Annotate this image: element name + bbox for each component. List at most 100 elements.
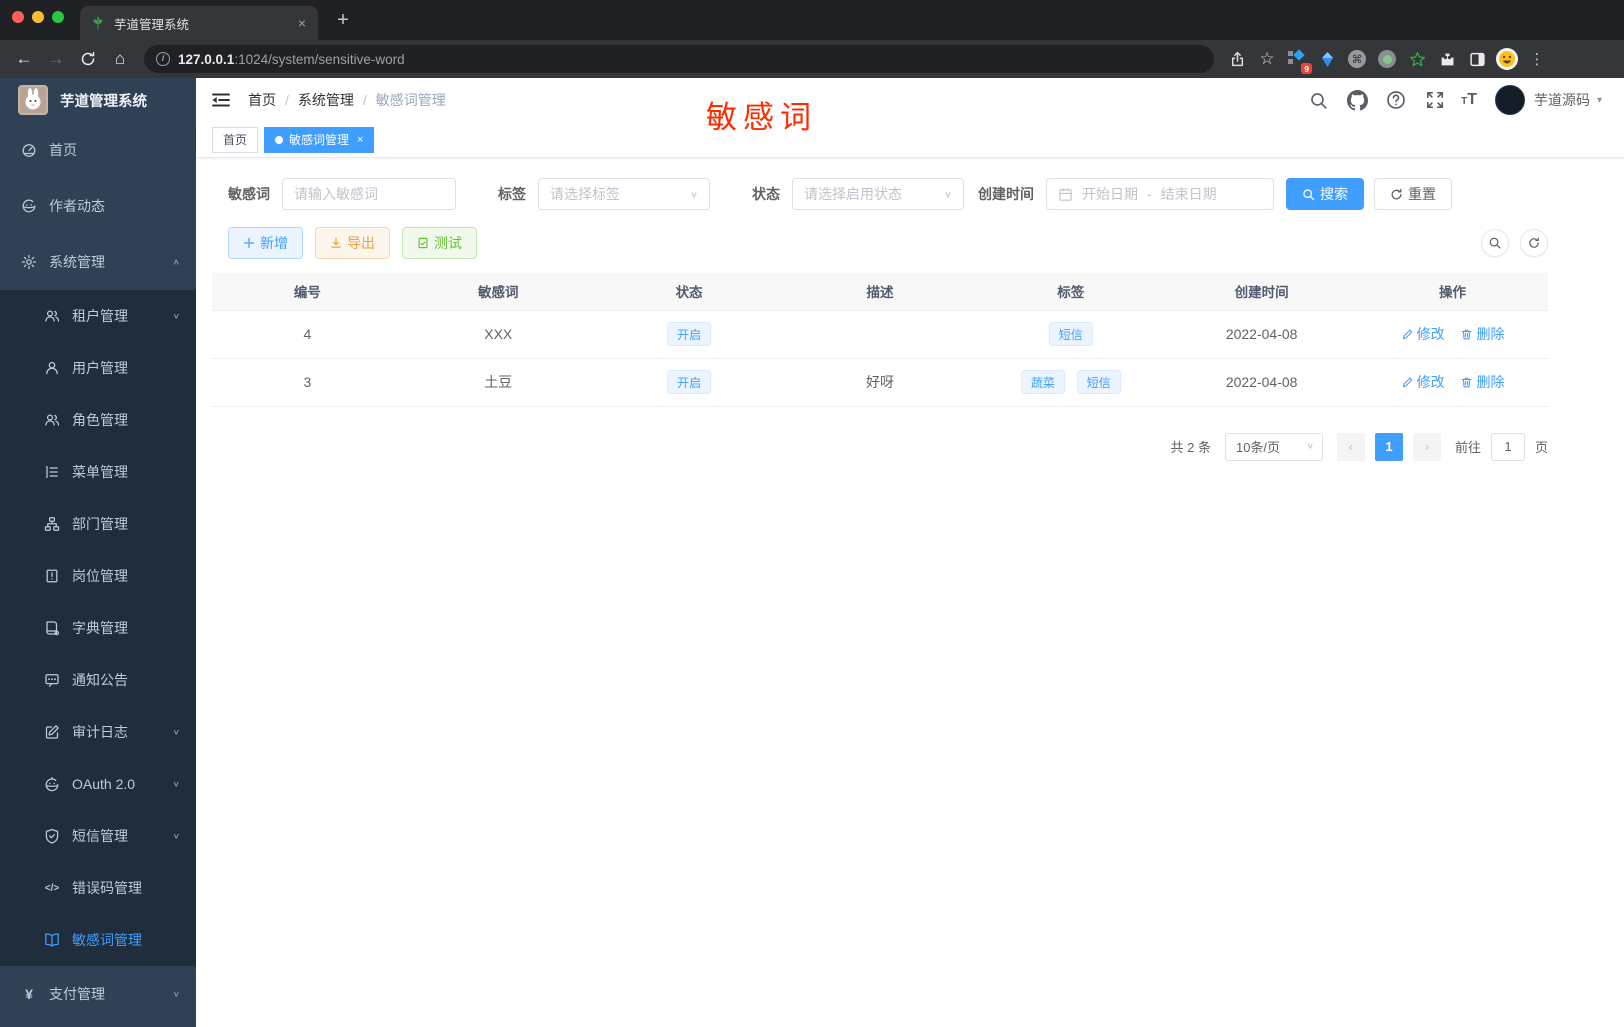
delete-link[interactable]: 删除 xyxy=(1460,372,1504,392)
caret-down-icon[interactable]: ▾ xyxy=(1597,95,1602,106)
open-book-icon xyxy=(44,932,60,948)
bookmark-star-icon[interactable]: ☆ xyxy=(1254,46,1280,72)
col-tags: 标签 xyxy=(975,273,1167,311)
add-button[interactable]: 新增 xyxy=(228,227,303,259)
status-select[interactable]: 请选择启用状态 ∨ xyxy=(792,178,964,210)
sidebar-item-audit-log[interactable]: 审计日志 ∨ xyxy=(0,706,196,758)
new-tab-button[interactable]: + xyxy=(330,8,356,34)
header-search-icon[interactable] xyxy=(1305,87,1331,113)
refresh-table-button[interactable] xyxy=(1520,229,1548,257)
site-info-icon[interactable]: i xyxy=(156,52,170,66)
edit-link[interactable]: 修改 xyxy=(1401,324,1445,344)
extension-green-star-icon[interactable] xyxy=(1404,46,1430,72)
sidebar-collapse-icon[interactable] xyxy=(210,89,232,111)
cell-created: 2022-04-08 xyxy=(1166,310,1358,359)
yen-icon: ¥ xyxy=(25,986,33,1002)
sidebar-item-payment[interactable]: ¥ 支付管理 ∨ xyxy=(0,966,196,1022)
sidebar-item-home[interactable]: 首页 xyxy=(0,122,196,178)
tag-select[interactable]: 请选择标签 ∨ xyxy=(538,178,710,210)
side-panel-icon[interactable] xyxy=(1464,46,1490,72)
robot-icon xyxy=(44,776,60,792)
font-size-icon[interactable]: TT xyxy=(1461,91,1477,109)
toggle-search-button[interactable] xyxy=(1481,229,1509,257)
gear-icon xyxy=(21,254,37,270)
users-icon xyxy=(44,308,60,324)
breadcrumb-system[interactable]: 系统管理 xyxy=(298,90,354,110)
reset-button[interactable]: 重置 xyxy=(1374,178,1452,210)
pagination: 共 2 条 10条/页 ∨ ‹ 1 › 前往 页 xyxy=(212,432,1548,461)
prev-page-button[interactable]: ‹ xyxy=(1336,432,1365,461)
forward-button[interactable]: → xyxy=(42,45,70,73)
tab-home[interactable]: 首页 xyxy=(212,126,259,153)
page-size-select[interactable]: 10条/页 ∨ xyxy=(1224,432,1323,461)
test-button[interactable]: 测试 xyxy=(402,227,477,259)
sidebar-item-sms[interactable]: 短信管理 ∨ xyxy=(0,810,196,862)
maximize-window-button[interactable] xyxy=(52,11,64,23)
tab-close-icon[interactable]: × xyxy=(357,134,363,146)
reload-button[interactable] xyxy=(74,45,102,73)
document-check-icon xyxy=(418,237,428,249)
sidebar-item-system[interactable]: 系统管理 ∧ xyxy=(0,234,196,290)
date-range-picker[interactable]: 开始日期 - 结束日期 xyxy=(1046,178,1274,210)
sidebar-item-user[interactable]: 用户管理 xyxy=(0,342,196,394)
status-badge: 开启 xyxy=(667,322,712,346)
help-icon[interactable] xyxy=(1383,87,1409,113)
edit-link[interactable]: 修改 xyxy=(1401,372,1445,392)
github-icon[interactable] xyxy=(1344,87,1370,113)
chevron-up-icon: ∧ xyxy=(172,257,180,267)
profile-avatar-icon[interactable] xyxy=(1494,46,1520,72)
extension-command-icon[interactable]: ⌘ xyxy=(1344,46,1370,72)
extension-record-icon[interactable] xyxy=(1374,46,1400,72)
filter-form: 敏感词 标签 请选择标签 ∨ 状态 请选择启用状态 ∨ xyxy=(228,178,1548,210)
address-bar[interactable]: i 127.0.0.1:1024/system/sensitive-word xyxy=(144,45,1214,73)
fullscreen-icon[interactable] xyxy=(1422,87,1448,113)
breadcrumb: 首页 / 系统管理 / 敏感词管理 xyxy=(248,90,446,110)
close-window-button[interactable] xyxy=(12,11,24,23)
goto-page-input[interactable] xyxy=(1490,432,1525,461)
sidebar-item-errcode[interactable]: </> 错误码管理 xyxy=(0,862,196,914)
sidebar-item-tenant[interactable]: 租户管理 ∨ xyxy=(0,290,196,342)
active-dot-icon xyxy=(275,135,284,144)
page-number-1[interactable]: 1 xyxy=(1374,432,1403,461)
calendar-icon xyxy=(1059,187,1072,201)
tab-sensitive-word[interactable]: 敏感词管理 × xyxy=(264,126,375,153)
sidebar-item-menu-mgmt[interactable]: 菜单管理 xyxy=(0,446,196,498)
tab-close-icon[interactable]: × xyxy=(296,15,308,31)
breadcrumb-home[interactable]: 首页 xyxy=(248,90,276,110)
export-button[interactable]: 导出 xyxy=(315,227,390,259)
user-avatar[interactable] xyxy=(1494,85,1525,115)
browser-tab[interactable]: 芋道管理系统 × xyxy=(80,6,318,40)
page-content: 敏感词 标签 请选择标签 ∨ 状态 请选择启用状态 ∨ xyxy=(196,158,1624,1027)
search-icon xyxy=(1489,237,1501,249)
search-button[interactable]: 搜索 xyxy=(1286,178,1364,210)
back-button[interactable]: ← xyxy=(10,45,38,73)
cell-description: 好呀 xyxy=(784,358,976,407)
next-page-button[interactable]: › xyxy=(1412,432,1441,461)
keyword-field[interactable] xyxy=(282,178,456,210)
sidebar-item-department[interactable]: 部门管理 xyxy=(0,498,196,550)
sidebar-item-role[interactable]: 角色管理 xyxy=(0,394,196,446)
share-icon[interactable] xyxy=(1224,46,1250,72)
sidebar-item-oauth[interactable]: OAuth 2.0 ∨ xyxy=(0,758,196,810)
extension-kite-icon[interactable] xyxy=(1314,46,1340,72)
minimize-window-button[interactable] xyxy=(32,11,44,23)
sidebar-item-author-news[interactable]: 作者动态 xyxy=(0,178,196,234)
keyword-input[interactable] xyxy=(294,186,444,202)
extension-badge-icon[interactable]: 9 xyxy=(1284,46,1312,74)
select-arrow-icon: ∨ xyxy=(1306,442,1314,451)
browser-menu-icon[interactable]: ⋮ xyxy=(1524,46,1550,72)
sidebar-item-sensitive-word[interactable]: 敏感词管理 xyxy=(0,914,196,966)
header-username[interactable]: 芋道源码 xyxy=(1534,90,1590,110)
home-button[interactable]: ⌂ xyxy=(106,45,134,73)
delete-link[interactable]: 删除 xyxy=(1460,324,1504,344)
refresh-icon xyxy=(1529,237,1539,248)
sidebar-item-post[interactable]: 岗位管理 xyxy=(0,550,196,602)
cell-created: 2022-04-08 xyxy=(1166,358,1358,407)
extensions-puzzle-icon[interactable] xyxy=(1434,46,1460,72)
chevron-down-icon: ∨ xyxy=(172,989,180,999)
sidebar-logo[interactable]: 芋道管理系统 xyxy=(0,78,196,122)
sidebar-item-notice[interactable]: 通知公告 xyxy=(0,654,196,706)
breadcrumb-separator: / xyxy=(285,92,289,108)
cell-id: 3 xyxy=(212,358,403,407)
sidebar-item-dict[interactable]: 字典管理 xyxy=(0,602,196,654)
